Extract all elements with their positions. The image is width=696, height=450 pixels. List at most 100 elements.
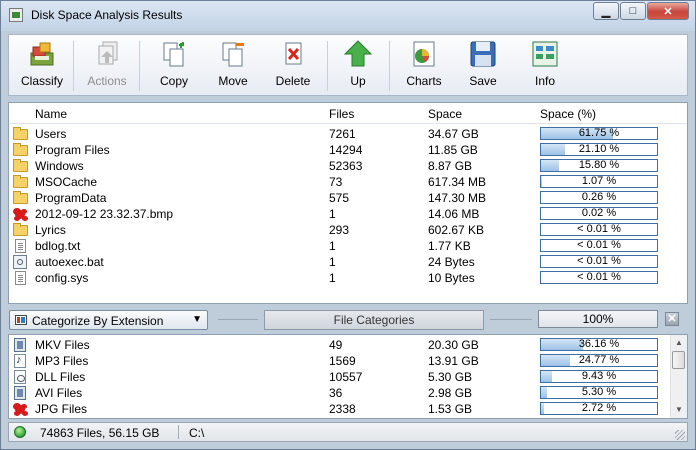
row-files: 49 bbox=[329, 338, 343, 352]
space-percent-text: 61.75 % bbox=[578, 127, 620, 139]
close-button[interactable]: ✕ bbox=[647, 2, 689, 20]
close-panel-button[interactable]: ✕ bbox=[665, 312, 679, 326]
audio-file-icon bbox=[14, 354, 26, 368]
table-row[interactable]: MP3 Files 1569 13.91 GB 24.77 % bbox=[9, 353, 687, 369]
table-row[interactable]: autoexec.bat 1 24 Bytes < 0.01 % bbox=[9, 254, 687, 270]
row-space: 13.91 GB bbox=[428, 354, 479, 368]
space-percent-text: 24.77 % bbox=[578, 354, 620, 366]
space-percent-bar: < 0.01 % bbox=[540, 223, 658, 236]
save-button[interactable]: Save bbox=[460, 39, 506, 93]
row-name: MSOCache bbox=[35, 175, 98, 189]
categorize-dropdown[interactable]: Categorize By Extension ▼ bbox=[9, 310, 208, 330]
space-percent-text: < 0.01 % bbox=[577, 271, 621, 283]
space-percent-text: < 0.01 % bbox=[577, 255, 621, 267]
app-window: Disk Space Analysis Results ▁ □ ✕ Classi… bbox=[0, 0, 696, 450]
actions-button[interactable]: Actions bbox=[81, 39, 133, 93]
classify-button[interactable]: Classify bbox=[17, 39, 67, 93]
divider-line bbox=[218, 319, 258, 320]
status-summary: 74863 Files, 56.15 GB bbox=[40, 426, 160, 440]
category-icon bbox=[15, 315, 27, 325]
space-percent-bar: 0.02 % bbox=[540, 207, 658, 220]
app-icon bbox=[9, 8, 23, 22]
image-file-icon bbox=[12, 206, 28, 222]
column-header-space-pct[interactable]: Space (%) bbox=[540, 107, 596, 121]
row-space: 8.87 GB bbox=[428, 159, 473, 173]
table-row[interactable]: Windows 52363 8.87 GB 15.80 % bbox=[9, 158, 687, 174]
space-percent-bar: 1.07 % bbox=[540, 175, 658, 188]
row-files: 1 bbox=[329, 239, 336, 253]
scroll-thumb[interactable] bbox=[672, 351, 685, 369]
file-categories-button[interactable]: File Categories bbox=[264, 310, 484, 330]
column-header-space[interactable]: Space bbox=[428, 107, 462, 121]
charts-label: Charts bbox=[406, 74, 442, 88]
row-space: 5.30 GB bbox=[428, 370, 473, 384]
row-files: 36 bbox=[329, 386, 343, 400]
table-row[interactable]: Program Files 14294 11.85 GB 21.10 % bbox=[9, 142, 687, 158]
table-row[interactable]: MKV Files 49 20.30 GB 36.16 % bbox=[9, 337, 687, 353]
column-header-name[interactable]: Name bbox=[35, 107, 67, 121]
row-name: Program Files bbox=[35, 143, 110, 157]
divider-line bbox=[490, 319, 532, 320]
table-row[interactable]: 2012-09-12 23.32.37.bmp 1 14.06 MB 0.02 % bbox=[9, 206, 687, 222]
row-space: 1.53 GB bbox=[428, 402, 473, 416]
table-row[interactable]: JPG Files 2338 1.53 GB 2.72 % bbox=[9, 401, 687, 417]
row-name: ProgramData bbox=[35, 191, 107, 205]
copy-label: Copy bbox=[159, 74, 188, 88]
info-button[interactable]: Info bbox=[523, 39, 567, 93]
info-label: Info bbox=[534, 74, 555, 88]
up-button[interactable]: Up bbox=[335, 39, 381, 93]
copy-button[interactable]: Copy bbox=[149, 39, 199, 93]
row-files: 7261 bbox=[329, 127, 356, 141]
toolbar: Classify Actions Copy Move Delete Up Cha… bbox=[8, 34, 688, 96]
space-percent-text: 36.16 % bbox=[578, 338, 620, 350]
table-row[interactable]: ProgramData 575 147.30 MB 0.26 % bbox=[9, 190, 687, 206]
space-percent-bar: < 0.01 % bbox=[540, 255, 658, 268]
minimize-button[interactable]: ▁ bbox=[593, 2, 619, 20]
title-bar[interactable]: Disk Space Analysis Results ▁ □ ✕ bbox=[1, 1, 695, 31]
save-icon bbox=[468, 39, 498, 69]
delete-button[interactable]: Delete bbox=[268, 39, 318, 93]
row-space: 14.06 MB bbox=[428, 207, 480, 221]
status-separator bbox=[178, 425, 179, 439]
scroll-down-icon[interactable]: ▼ bbox=[671, 402, 687, 418]
window-title: Disk Space Analysis Results bbox=[31, 8, 183, 22]
table-header: Name Files Space Space (%) bbox=[9, 103, 687, 124]
row-space: 24 Bytes bbox=[428, 255, 475, 269]
row-space: 11.85 GB bbox=[428, 143, 478, 157]
table-row[interactable]: bdlog.txt 1 1.77 KB < 0.01 % bbox=[9, 238, 687, 254]
toolbar-separator bbox=[139, 41, 140, 91]
space-percent-bar: < 0.01 % bbox=[540, 239, 658, 252]
space-percent-text: 9.43 % bbox=[581, 370, 617, 382]
table-row[interactable]: DLL Files 10557 5.30 GB 9.43 % bbox=[9, 369, 687, 385]
charts-button[interactable]: Charts bbox=[399, 39, 449, 93]
maximize-button[interactable]: □ bbox=[620, 2, 646, 20]
table-row[interactable]: config.sys 1 10 Bytes < 0.01 % bbox=[9, 270, 687, 286]
table-row[interactable]: Lyrics 293 602.67 KB < 0.01 % bbox=[9, 222, 687, 238]
classify-label: Classify bbox=[20, 74, 63, 88]
row-name: autoexec.bat bbox=[35, 255, 104, 269]
row-files: 1 bbox=[329, 271, 336, 285]
table-row[interactable]: Users 7261 34.67 GB 61.75 % bbox=[9, 126, 687, 142]
status-path: C:\ bbox=[189, 426, 205, 440]
toolbar-separator bbox=[327, 41, 328, 91]
row-name: AVI Files bbox=[35, 386, 83, 400]
folder-icon bbox=[13, 143, 28, 156]
table-row[interactable]: AVI Files 36 2.98 GB 5.30 % bbox=[9, 385, 687, 401]
table-row[interactable]: MSOCache 73 617.34 MB 1.07 % bbox=[9, 174, 687, 190]
vertical-scrollbar[interactable]: ▲ ▼ bbox=[670, 335, 687, 418]
row-name: Windows bbox=[35, 159, 84, 173]
chevron-down-icon: ▼ bbox=[192, 314, 202, 325]
row-space: 34.67 GB bbox=[428, 127, 479, 141]
column-header-files[interactable]: Files bbox=[329, 107, 354, 121]
space-percent-bar: 61.75 % bbox=[540, 127, 658, 140]
resize-grip-icon[interactable] bbox=[675, 430, 685, 440]
scroll-up-icon[interactable]: ▲ bbox=[671, 335, 687, 351]
row-name: Users bbox=[35, 127, 67, 141]
info-icon bbox=[530, 39, 560, 69]
toolbar-separator bbox=[389, 41, 390, 91]
video-file-icon bbox=[14, 338, 26, 352]
row-space: 10 Bytes bbox=[428, 271, 475, 285]
move-button[interactable]: Move bbox=[208, 39, 258, 93]
system-file-icon bbox=[15, 271, 26, 285]
save-label: Save bbox=[469, 74, 497, 88]
